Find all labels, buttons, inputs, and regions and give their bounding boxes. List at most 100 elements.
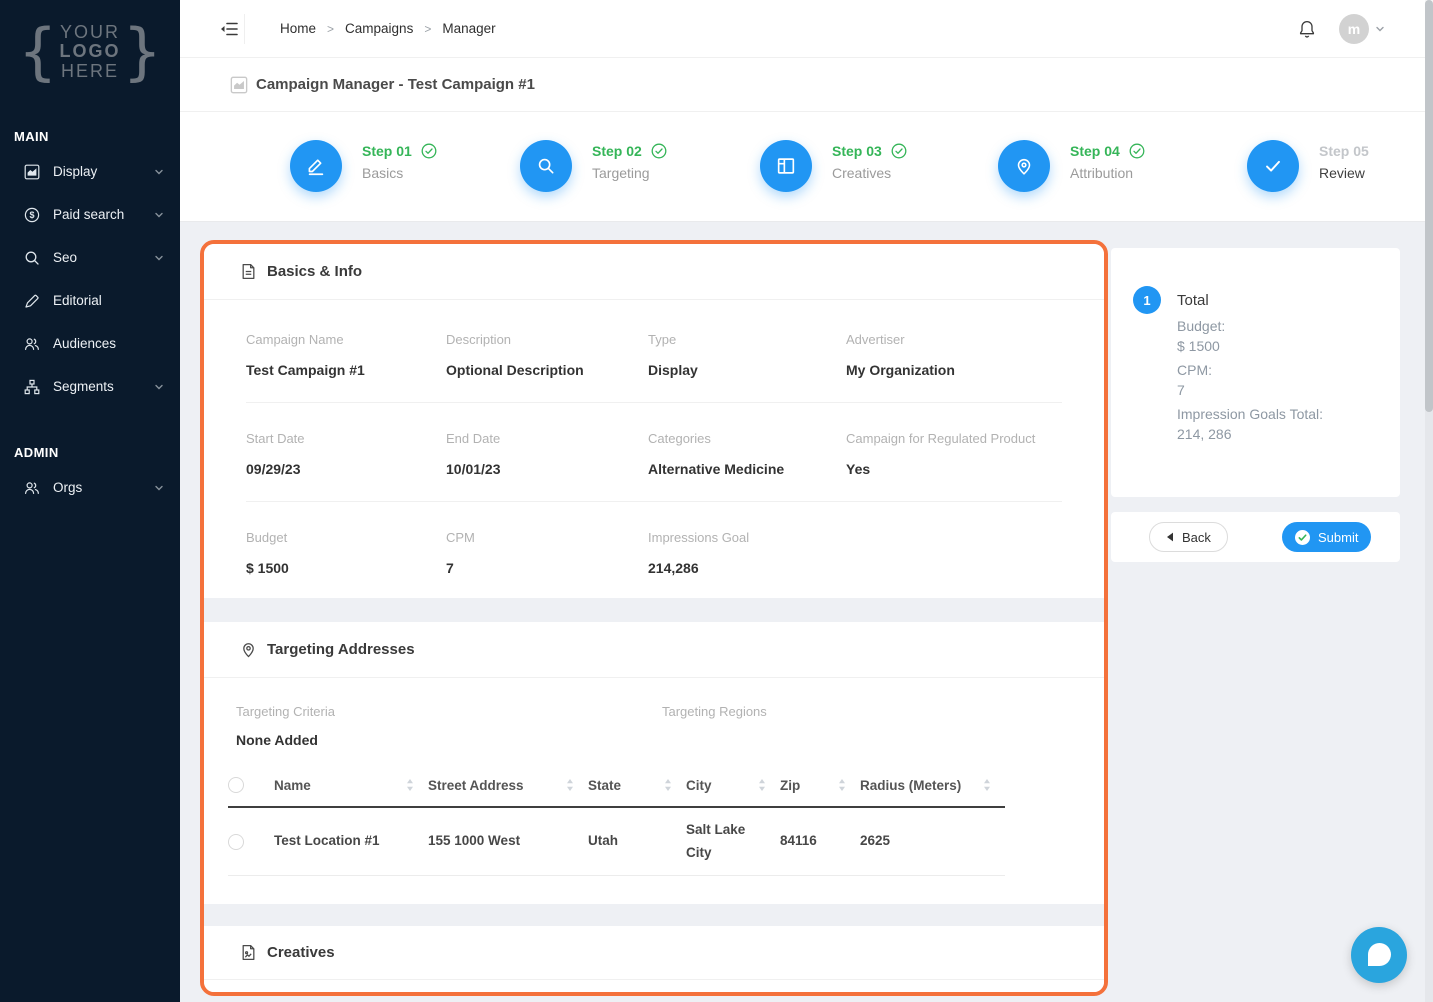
breadcrumb: Home > Campaigns > Manager xyxy=(280,0,496,57)
check-icon xyxy=(1262,155,1284,177)
notification-bell-icon[interactable] xyxy=(1297,19,1317,39)
field-campaign-name: Campaign Name Test Campaign #1 xyxy=(246,332,446,378)
sidebar-section-main: MAIN xyxy=(0,122,180,150)
sidebar: { YOUR LOGO HERE } MAIN Display $ Paid s… xyxy=(0,0,180,1002)
avatar[interactable]: m xyxy=(1339,14,1369,44)
column-header-name[interactable]: Name xyxy=(274,778,428,793)
step-label: Step 04 xyxy=(1070,143,1120,159)
select-all-radio[interactable] xyxy=(228,777,244,793)
cell-city: Salt Lake City xyxy=(686,819,780,865)
sidebar-item-label: Paid search xyxy=(53,207,124,222)
sort-icon xyxy=(406,779,414,791)
breadcrumb-campaigns[interactable]: Campaigns xyxy=(345,21,413,36)
scrollbar-track[interactable] xyxy=(1425,0,1433,1002)
sidebar-item-paid-search[interactable]: $ Paid search xyxy=(0,193,180,236)
pen-icon xyxy=(24,293,40,309)
summary-title: Total xyxy=(1177,292,1209,309)
sidebar-item-segments[interactable]: Segments xyxy=(0,365,180,408)
field-categories: Categories Alternative Medicine xyxy=(648,431,846,477)
titlebar: Campaign Manager - Test Campaign #1 xyxy=(180,58,1433,112)
cell-street: 155 1000 West xyxy=(428,830,588,853)
chevron-down-icon xyxy=(154,253,164,263)
column-header-street[interactable]: Street Address xyxy=(428,778,588,793)
logo-word-2: LOGO xyxy=(60,42,121,61)
pin-icon xyxy=(1013,155,1035,177)
basics-info-section: Basics & Info Campaign Name Test Campaig… xyxy=(204,244,1104,598)
breadcrumb-separator: > xyxy=(327,22,334,36)
edit-icon xyxy=(305,155,327,177)
field-cpm: CPM 7 xyxy=(446,530,648,576)
chevron-down-icon xyxy=(154,167,164,177)
field-impressions-goal: Impressions Goal 214,286 xyxy=(648,530,1062,576)
cell-name: Test Location #1 xyxy=(274,830,428,853)
step-circle[interactable] xyxy=(290,140,342,192)
file-text-icon xyxy=(240,263,257,280)
targeting-addresses-section: Targeting Addresses Targeting Criteria N… xyxy=(204,622,1104,904)
sort-icon xyxy=(664,779,672,791)
step-label: Step 02 xyxy=(592,143,642,159)
step-name: Basics xyxy=(362,165,437,181)
column-header-state[interactable]: State xyxy=(588,778,686,793)
chevron-down-icon xyxy=(154,382,164,392)
field-targeting-criteria: Targeting Criteria None Added xyxy=(236,704,662,748)
file-image-icon xyxy=(240,944,257,961)
dollar-circle-icon: $ xyxy=(24,207,40,223)
column-header-zip[interactable]: Zip xyxy=(780,778,860,793)
sidebar-item-orgs[interactable]: Orgs xyxy=(0,466,180,509)
sort-icon xyxy=(566,779,574,791)
sidebar-item-seo[interactable]: Seo xyxy=(0,236,180,279)
check-circle-icon xyxy=(891,143,907,159)
sitemap-icon xyxy=(24,379,40,395)
topbar: Home > Campaigns > Manager m xyxy=(180,0,1433,58)
step-circle[interactable] xyxy=(998,140,1050,192)
targeting-addresses-header: Targeting Addresses xyxy=(204,622,1104,678)
breadcrumb-home[interactable]: Home xyxy=(280,21,316,36)
section-title: Basics & Info xyxy=(267,263,362,280)
field-start-date: Start Date 09/29/23 xyxy=(246,431,446,477)
addresses-table: Name Street Address State City xyxy=(228,764,1005,876)
field-description: Description Optional Description xyxy=(446,332,648,378)
sidebar-item-label: Editorial xyxy=(53,293,102,308)
column-header-radius[interactable]: Radius (Meters) xyxy=(860,778,1005,793)
scrollbar-thumb[interactable] xyxy=(1425,0,1433,412)
step-circle[interactable] xyxy=(1247,140,1299,192)
app-root: { YOUR LOGO HERE } MAIN Display $ Paid s… xyxy=(0,0,1433,1002)
logo-brace-left: { xyxy=(18,24,57,80)
column-header-city[interactable]: City xyxy=(686,778,780,793)
svg-text:$: $ xyxy=(29,210,34,220)
step-label: Step 01 xyxy=(362,143,412,159)
step-circle[interactable] xyxy=(760,140,812,192)
table-row: Test Location #1 155 1000 West Utah Salt… xyxy=(228,808,1005,876)
back-button[interactable]: Back xyxy=(1149,522,1228,552)
cell-zip: 84116 xyxy=(780,830,860,853)
sort-icon xyxy=(758,779,766,791)
sidebar-item-audiences[interactable]: Audiences xyxy=(0,322,180,365)
sidebar-item-label: Audiences xyxy=(53,336,116,351)
section-title: Creatives xyxy=(267,944,335,961)
field-type: Type Display xyxy=(648,332,846,378)
check-circle-icon xyxy=(1129,143,1145,159)
menu-fold-icon[interactable] xyxy=(219,19,239,39)
breadcrumb-manager[interactable]: Manager xyxy=(442,21,495,36)
chevron-down-icon xyxy=(1375,24,1385,34)
sidebar-item-display[interactable]: Display xyxy=(0,150,180,193)
chat-button[interactable] xyxy=(1351,927,1407,983)
sidebar-item-label: Segments xyxy=(53,379,114,394)
user-menu[interactable]: m xyxy=(1339,14,1385,44)
field-targeting-regions: Targeting Regions xyxy=(662,704,767,748)
area-chart-icon xyxy=(24,164,40,180)
addresses-table-header: Name Street Address State City xyxy=(228,764,1005,808)
row-select-radio[interactable] xyxy=(228,834,244,850)
logo: { YOUR LOGO HERE } xyxy=(0,0,180,92)
sidebar-item-label: Seo xyxy=(53,250,77,265)
sort-icon xyxy=(838,779,846,791)
step-circle[interactable] xyxy=(520,140,572,192)
step-name: Review xyxy=(1319,165,1369,181)
check-circle-icon xyxy=(651,143,667,159)
field-end-date: End Date 10/01/23 xyxy=(446,431,648,477)
submit-button[interactable]: Submit xyxy=(1282,522,1371,552)
caret-left-icon xyxy=(1166,532,1174,542)
sidebar-item-editorial[interactable]: Editorial xyxy=(0,279,180,322)
step-label: Step 05 xyxy=(1319,143,1369,159)
step-name: Attribution xyxy=(1070,165,1145,181)
